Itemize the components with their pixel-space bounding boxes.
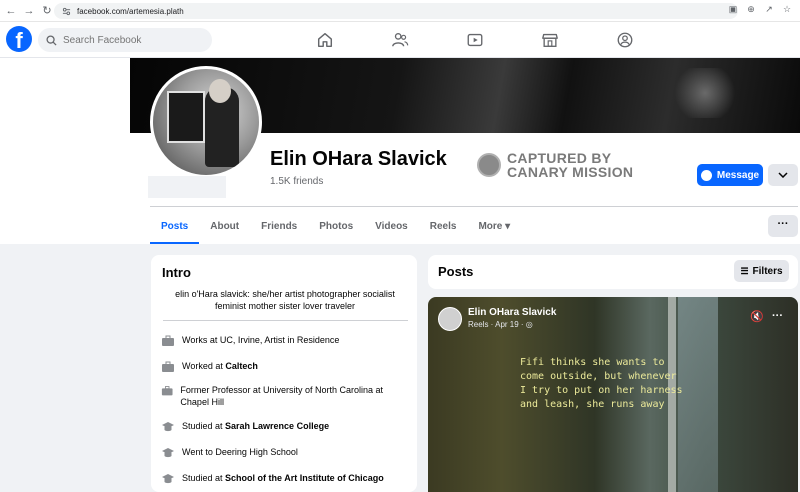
- intro-item-text: Works at UC, Irvine, Artist in Residence: [182, 335, 340, 345]
- intro-item-education: Studied at School of the Art Institute o…: [161, 472, 401, 485]
- tab-about[interactable]: About: [199, 212, 250, 244]
- captured-line-2: CANARY MISSION: [507, 164, 634, 180]
- tab-reels[interactable]: Reels: [419, 212, 468, 244]
- facebook-logo[interactable]: f: [6, 26, 32, 52]
- sliders-icon: ☰: [740, 265, 749, 276]
- intro-item-work: Former Professor at University of North …: [161, 384, 401, 408]
- site-info-icon[interactable]: [62, 7, 71, 16]
- search-icon: [46, 34, 57, 46]
- reel-author-avatar[interactable]: [438, 307, 462, 331]
- intro-item-text: Worked at: [182, 361, 226, 371]
- home-icon: [317, 32, 333, 48]
- video-icon: [467, 33, 483, 47]
- intro-item-work: Worked at Caltech: [161, 360, 401, 373]
- posts-title: Posts: [438, 264, 474, 279]
- profile-dropdown-button[interactable]: [768, 164, 798, 186]
- header-divider: [150, 206, 798, 207]
- reel-post[interactable]: Elin OHara Slavick Reels · Apr 19 · ◎ 🔇 …: [428, 297, 798, 492]
- briefcase-icon: [161, 386, 173, 396]
- avatar-framed-photo: [167, 91, 205, 143]
- groups-icon: [617, 32, 633, 48]
- intro-item-text: Went to Deering High School: [182, 447, 298, 457]
- tab-photos[interactable]: Photos: [308, 212, 364, 244]
- intro-item-text: Studied at: [182, 473, 226, 483]
- briefcase-icon: [162, 361, 174, 372]
- bookmark-star-icon[interactable]: ☆: [782, 4, 792, 15]
- filters-label: Filters: [752, 265, 783, 277]
- profile-name: Elin OHara Slavick: [270, 148, 447, 170]
- intro-bio: elin o'Hara slavick: she/her artist phot…: [175, 289, 395, 311]
- captured-stamp: CAPTURED BY CANARY MISSION: [477, 151, 633, 179]
- browser-toolbar: ← → ↻ facebook.com/artemesia.plath ▣ ⊕ ↗…: [0, 0, 800, 22]
- marketplace-icon: [542, 33, 558, 47]
- intro-title: Intro: [162, 265, 191, 280]
- cover-light: [670, 68, 740, 118]
- search-input[interactable]: [63, 34, 203, 46]
- canary-mission-badge-icon: [477, 153, 501, 177]
- reel-author-name[interactable]: Elin OHara Slavick: [468, 307, 556, 318]
- share-icon[interactable]: ↗: [764, 4, 774, 15]
- home-tab[interactable]: [300, 30, 350, 50]
- briefcase-icon: [162, 335, 174, 346]
- reel-meta: Reels · Apr 19 · ◎: [468, 320, 533, 329]
- graduation-cap-icon: [162, 422, 174, 432]
- intro-item-link[interactable]: School of the Art Institute of Chicago: [225, 473, 384, 483]
- filters-button[interactable]: ☰ Filters: [734, 260, 789, 282]
- graduation-cap-icon: [162, 474, 174, 484]
- friends-count[interactable]: 1.5K friends: [270, 176, 323, 187]
- url-text: facebook.com/artemesia.plath: [77, 6, 184, 16]
- address-bar[interactable]: facebook.com/artemesia.plath: [54, 3, 738, 19]
- tab-posts[interactable]: Posts: [150, 212, 200, 244]
- tab-friends[interactable]: Friends: [250, 212, 308, 244]
- reload-icon[interactable]: ↻: [40, 4, 54, 17]
- tab-more[interactable]: More ▾: [467, 212, 521, 244]
- search-box[interactable]: [38, 28, 212, 52]
- friends-icon: [392, 33, 409, 47]
- intro-divider: [163, 320, 408, 321]
- video-tab[interactable]: [450, 30, 500, 50]
- zoom-icon[interactable]: ⊕: [746, 4, 756, 15]
- friends-tab[interactable]: [375, 30, 425, 50]
- chevron-down-icon: [778, 172, 788, 178]
- tab-videos[interactable]: Videos: [364, 212, 419, 244]
- avatar-head: [209, 79, 231, 103]
- marketplace-tab[interactable]: [525, 30, 575, 50]
- message-label: Message: [716, 169, 760, 181]
- mute-icon[interactable]: 🔇: [750, 310, 764, 323]
- profile-avatar[interactable]: [150, 66, 262, 178]
- message-button[interactable]: Message: [697, 164, 763, 186]
- back-icon[interactable]: ←: [4, 5, 18, 17]
- groups-tab[interactable]: [600, 30, 650, 50]
- facebook-topbar: f: [0, 22, 800, 58]
- intro-item-link[interactable]: Sarah Lawrence College: [225, 421, 329, 431]
- cast-icon[interactable]: ▣: [728, 4, 738, 15]
- intro-item-education: Went to Deering High School: [161, 446, 401, 459]
- reel-options-icon[interactable]: ···: [772, 310, 783, 322]
- intro-item-work: Works at UC, Irvine, Artist in Residence: [161, 334, 401, 347]
- reel-caption: Fifi thinks she wants to come outside, b…: [520, 357, 683, 410]
- posts-header-card: Posts ☰ Filters: [428, 255, 798, 289]
- captured-line-1: CAPTURED BY: [507, 150, 612, 166]
- intro-item-text: Former Professor at University of North …: [180, 385, 383, 407]
- forward-icon[interactable]: →: [22, 5, 36, 17]
- intro-item-education: Studied at Sarah Lawrence College: [161, 420, 401, 433]
- intro-card: Intro elin o'Hara slavick: she/her artis…: [151, 255, 417, 492]
- intro-item-link[interactable]: Caltech: [225, 361, 258, 371]
- left-margin: [0, 58, 130, 244]
- messenger-icon: [700, 169, 712, 181]
- graduation-cap-icon: [162, 448, 174, 458]
- profile-tabs: Posts About Friends Photos Videos Reels …: [150, 212, 521, 244]
- profile-more-button[interactable]: ···: [768, 215, 798, 237]
- redaction-block: [148, 176, 226, 198]
- intro-item-text: Studied at: [182, 421, 226, 431]
